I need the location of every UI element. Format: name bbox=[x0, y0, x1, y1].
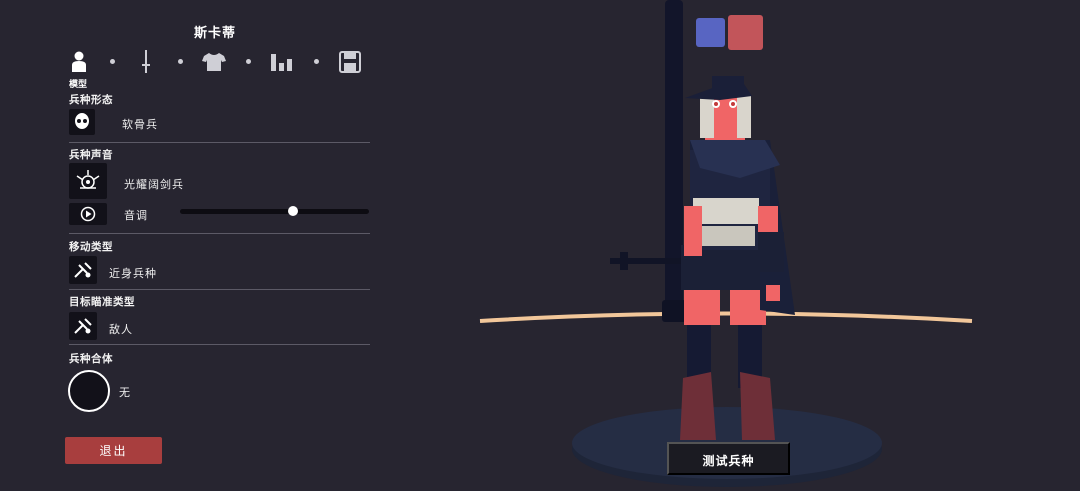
voice-value: 光耀阔剑兵 bbox=[124, 178, 184, 191]
stats-icon[interactable] bbox=[270, 48, 294, 76]
target-value: 敌人 bbox=[109, 323, 133, 336]
team-color-red[interactable] bbox=[728, 15, 763, 50]
section-label-move: 移动类型 bbox=[69, 241, 113, 253]
pitch-slider[interactable] bbox=[180, 209, 369, 214]
tab-separator bbox=[110, 59, 115, 64]
tab-separator bbox=[314, 59, 319, 64]
unit-name-title: 斯卡蒂 bbox=[193, 26, 236, 41]
unit-model bbox=[610, 0, 795, 440]
tab-label-model: 模型 bbox=[69, 80, 88, 90]
merge-value: 无 bbox=[119, 386, 131, 399]
boundary-line bbox=[479, 311, 973, 323]
enemy-target-icon[interactable] bbox=[69, 312, 97, 340]
save-icon[interactable] bbox=[338, 48, 362, 76]
sword-icon[interactable] bbox=[134, 48, 158, 76]
melee-icon[interactable] bbox=[69, 256, 97, 284]
divider bbox=[69, 344, 370, 345]
shirt-icon[interactable] bbox=[202, 48, 226, 76]
merge-slot[interactable] bbox=[68, 370, 110, 412]
person-icon[interactable] bbox=[67, 48, 91, 76]
exit-button[interactable]: 退出 bbox=[65, 437, 162, 464]
move-value: 近身兵种 bbox=[109, 267, 157, 280]
section-label-voice: 兵种声音 bbox=[69, 149, 113, 161]
section-label-form: 兵种形态 bbox=[69, 94, 113, 106]
divider bbox=[69, 233, 370, 234]
form-value: 软骨兵 bbox=[122, 118, 158, 131]
play-icon[interactable] bbox=[69, 203, 107, 225]
tab-separator bbox=[246, 59, 251, 64]
section-label-merge: 兵种合体 bbox=[69, 353, 113, 365]
scene-viewport bbox=[479, 0, 973, 487]
tab-separator bbox=[178, 59, 183, 64]
team-color-blue[interactable] bbox=[696, 18, 725, 47]
pitch-label: 音调 bbox=[124, 209, 148, 222]
divider bbox=[69, 289, 370, 290]
divider bbox=[69, 142, 370, 143]
section-label-target: 目标瞄准类型 bbox=[69, 296, 135, 308]
pitch-slider-knob[interactable] bbox=[288, 206, 299, 216]
skeleton-head-icon[interactable] bbox=[69, 109, 95, 135]
test-unit-button[interactable]: 测试兵种 bbox=[667, 442, 790, 475]
voice-emblem-icon[interactable] bbox=[69, 163, 107, 199]
